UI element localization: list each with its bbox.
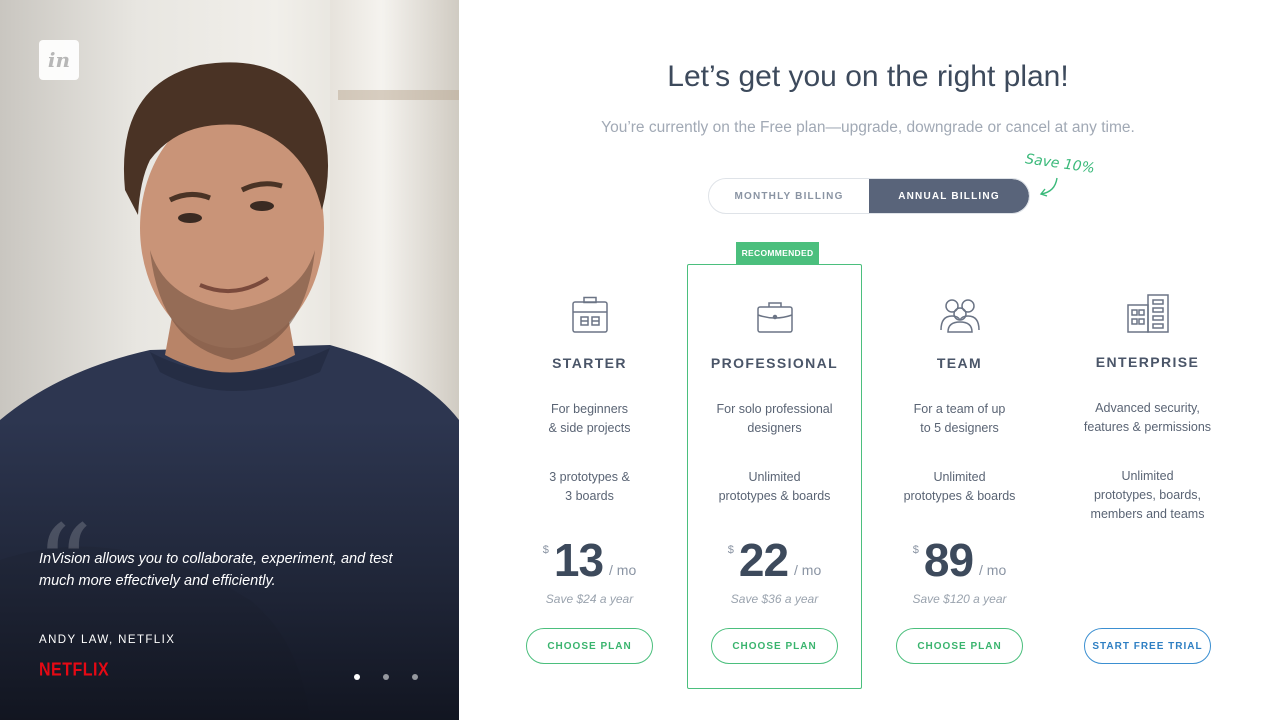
plan-card-professional: PROFESSIONAL For solo professional desig… (687, 292, 862, 664)
plan-features: Unlimited prototypes & boards (872, 468, 1047, 506)
plan-description: For a team of up to 5 designers (872, 400, 1047, 438)
plan-description-line: features & permissions (1083, 420, 1212, 434)
plan-features: Unlimited prototypes & boards (687, 468, 862, 506)
price-amount: 13 (553, 534, 604, 586)
plan-description: For beginners & side projects (502, 400, 677, 438)
plan-card-enterprise: ENTERPRISE Advanced security, features &… (1060, 291, 1235, 664)
carousel-dot-3[interactable] (412, 674, 418, 680)
company-logo: NETFLIX (39, 660, 110, 681)
plan-description-line: designers (747, 421, 802, 435)
plan-name: PROFESSIONAL (710, 355, 839, 371)
plan-description-line: For a team of up (913, 402, 1006, 416)
price-currency: $ (542, 544, 549, 556)
plan-feature-line: prototypes & boards (903, 489, 1016, 503)
plan-savings: Save $24 a year (545, 592, 634, 606)
choose-plan-starter-button[interactable]: CHOOSE PLAN (526, 628, 653, 664)
plan-name: TEAM (936, 355, 983, 371)
plan-savings: Save $36 a year (730, 592, 819, 606)
start-free-trial-button[interactable]: START FREE TRIAL (1084, 628, 1211, 664)
price-currency: $ (727, 544, 734, 556)
carousel-dots (354, 674, 418, 680)
plan-description-line: Advanced security, (1095, 401, 1200, 415)
plan-description-line: For solo professional (716, 402, 833, 416)
price-amount: 89 (923, 534, 974, 586)
plan-feature-line: prototypes & boards (718, 489, 831, 503)
plan-feature-line: Unlimited (933, 470, 986, 484)
price-period: / mo (609, 562, 637, 578)
plan-price: $ 22 / mo (687, 532, 862, 588)
curved-arrow-icon (1039, 177, 1058, 197)
plan-description: Advanced security, features & permission… (1060, 399, 1235, 437)
plan-feature-line: prototypes, boards, (1093, 488, 1201, 502)
testimonial-quote: InVision allows you to collaborate, expe… (39, 551, 393, 589)
plan-description-line: & side projects (548, 421, 631, 435)
annual-billing-option[interactable]: ANNUAL BILLING (869, 179, 1029, 213)
recommended-badge: RECOMMENDED (736, 242, 819, 264)
plan-features: Unlimited prototypes, boards, members an… (1060, 467, 1235, 524)
logo-text: in (47, 48, 71, 72)
plan-name: ENTERPRISE (1095, 354, 1200, 370)
choose-plan-team-button[interactable]: CHOOSE PLAN (896, 628, 1023, 664)
plan-savings: Save $120 a year (912, 592, 1007, 606)
invision-logo[interactable]: in (39, 40, 79, 80)
plan-feature-line: Unlimited (1121, 469, 1174, 483)
plan-features: 3 prototypes & 3 boards (502, 468, 677, 506)
plan-feature-line: members and teams (1090, 507, 1205, 521)
building-icon (1060, 291, 1235, 333)
plan-card-team: TEAM For a team of up to 5 designers Unl… (872, 292, 1047, 664)
price-period: / mo (979, 562, 1007, 578)
choose-plan-professional-button[interactable]: CHOOSE PLAN (711, 628, 838, 664)
testimonial-panel: in “ InVision allows you to collaborate,… (0, 0, 459, 720)
plan-feature-line: Unlimited (748, 470, 801, 484)
briefcase-tools-icon (502, 292, 677, 334)
plan-name: STARTER (552, 355, 627, 371)
billing-toggle: MONTHLY BILLING ANNUAL BILLING (708, 178, 1030, 214)
price-amount: 22 (738, 534, 789, 586)
briefcase-icon (687, 292, 862, 334)
plan-price: $ 89 / mo (872, 532, 1047, 588)
plan-card-starter: STARTER For beginners & side projects 3 … (502, 292, 677, 664)
carousel-dot-2[interactable] (383, 674, 389, 680)
save-note: Save 10% (1024, 151, 1096, 177)
price-currency: $ (912, 544, 919, 556)
carousel-dot-1[interactable] (354, 674, 360, 680)
team-icon (872, 292, 1047, 334)
testimonial-author: ANDY LAW, NETFLIX (39, 634, 176, 646)
plan-description-line: to 5 designers (920, 421, 999, 435)
plan-description: For solo professional designers (687, 400, 862, 438)
monthly-billing-option[interactable]: MONTHLY BILLING (709, 179, 869, 213)
plan-description-line: For beginners (550, 402, 629, 416)
page-title: Let’s get you on the right plan! (667, 60, 1069, 93)
plan-price: $ 13 / mo (502, 532, 677, 588)
plan-feature-line: 3 boards (565, 489, 614, 503)
plan-feature-line: 3 prototypes & (549, 470, 630, 484)
page-subtitle: You’re currently on the Free plan—upgrad… (601, 119, 1135, 136)
price-period: / mo (794, 562, 822, 578)
